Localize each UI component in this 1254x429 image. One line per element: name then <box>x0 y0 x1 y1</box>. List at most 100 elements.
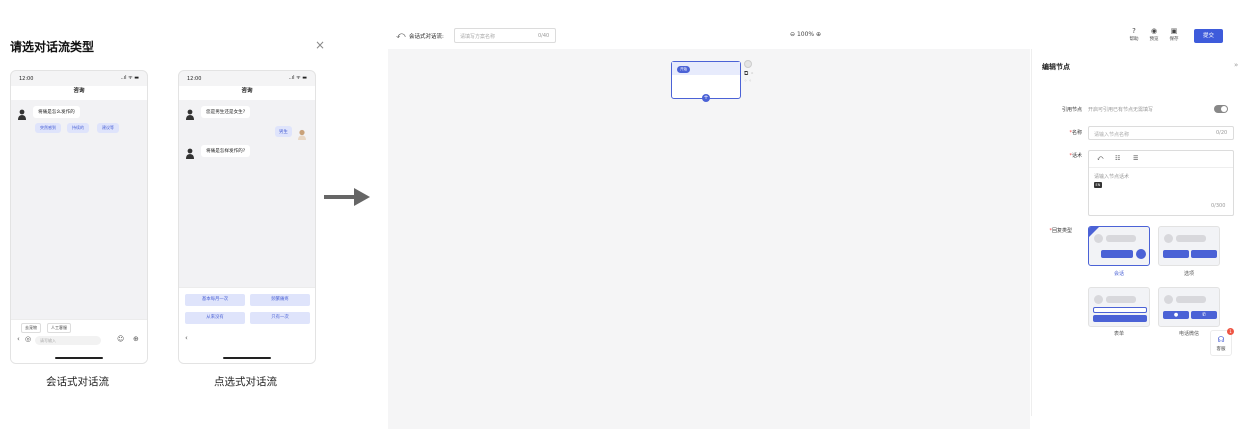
panel-title: 编辑节点 <box>1042 63 1070 71</box>
doctor-avatar-icon <box>185 144 195 159</box>
dialog-type-modal: 请选对话流类型 × 12:00 ..ıl ᯤ ▬ 咨询 将痛是怎么发作的 突然感… <box>0 0 340 416</box>
reply-type-label-options: 选项 <box>1183 271 1194 277</box>
node-tag: 开始 <box>677 65 690 73</box>
collapse-icon[interactable]: » <box>1234 61 1238 69</box>
reply-type-form[interactable] <box>1088 287 1150 327</box>
undo-icon[interactable]: ⤺ <box>1097 155 1103 163</box>
headset-icon: ☊ <box>1217 335 1225 344</box>
back-icon[interactable]: ‹ <box>185 334 188 342</box>
home-indicator <box>223 357 271 359</box>
option-button[interactable]: 从来没有 <box>185 312 245 324</box>
signal-icon: ..ıl ᯤ ▬ <box>120 75 139 81</box>
zoom-out-icon[interactable]: ⊖ <box>790 31 795 38</box>
click-flow-caption: 点选式对话流 <box>214 376 277 388</box>
speech-label: *话术 <box>1069 153 1082 159</box>
save-label: 保存 <box>1169 37 1179 42</box>
node-side-tools: ⧉ ∘ ∘ ∘ <box>744 60 754 84</box>
phone-header: 咨询 <box>11 86 147 100</box>
preview-button[interactable]: ◉ 预览 <box>1146 27 1162 42</box>
help-label: 帮助 <box>1129 37 1139 42</box>
option-button[interactable]: 只有一次 <box>250 312 310 324</box>
node-circle-icon[interactable] <box>744 60 752 68</box>
doctor-avatar-icon <box>185 105 195 120</box>
ref-node-toggle[interactable] <box>1214 105 1228 113</box>
reply-type-label-form: 表单 <box>1113 331 1124 337</box>
phone-header: 咨询 <box>179 86 315 100</box>
reply-type-conversation[interactable] <box>1088 226 1150 266</box>
user-message: 男生 <box>275 126 292 137</box>
phone-footer: 去宠物 人工客服 ‹ ◎ 请写输入 ☺ ⊕ <box>11 319 147 363</box>
preview-icon: ◉ <box>1150 27 1158 35</box>
zoom-level: 100% <box>796 31 815 38</box>
close-icon[interactable]: × <box>315 38 325 52</box>
zoom-control: ⊖ 100% ⊕ <box>790 31 821 38</box>
phone-footer: 基本每月一次 频繁痛疼 从来没有 只有一次 ‹ <box>179 287 315 363</box>
modal-title: 请选对话流类型 <box>10 40 95 54</box>
add-node-icon[interactable]: + <box>702 94 710 102</box>
footer-tab[interactable]: 去宠物 <box>21 323 41 333</box>
home-indicator <box>55 357 103 359</box>
node-header: 开始 <box>672 62 740 75</box>
plan-name-count: 0/40 <box>538 33 550 39</box>
speech-editor[interactable]: ⤺ ☷ ☰ 请输入节点话术 EN 0/300 <box>1088 150 1234 216</box>
status-time: 12:00 <box>187 76 202 82</box>
service-label: 客服 <box>1216 347 1226 352</box>
wechat-icon: ● <box>1163 311 1189 319</box>
reply-type-label-conversation: 会话 <box>1113 271 1124 277</box>
copy-icon[interactable]: ⧉ ∘ <box>744 70 754 78</box>
bot-message: 将痛是怎样发作的? <box>201 145 251 157</box>
doctor-avatar-icon <box>17 105 27 120</box>
reply-type-phone-wechat[interactable]: ● ✆ <box>1158 287 1220 327</box>
customer-service-button[interactable]: ☊ 客服 1 <box>1210 328 1234 356</box>
bot-message: 将痛是怎么发作的 <box>33 106 80 118</box>
status-bar: 12:00 ..ıl ᯤ ▬ <box>179 71 315 85</box>
quick-chip[interactable]: 突然感到 <box>35 123 61 133</box>
status-bar: 12:00 ..ıl ᯤ ▬ <box>11 71 147 85</box>
option-button[interactable]: 基本每月一次 <box>185 294 245 306</box>
footer-tab[interactable]: 人工客服 <box>47 323 71 333</box>
quick-chip[interactable]: 持续的 <box>67 123 89 133</box>
add-icon[interactable]: ⊕ <box>133 335 139 343</box>
signal-icon: ..ıl ᯤ ▬ <box>288 75 307 81</box>
help-button[interactable]: ? 帮助 <box>1126 27 1142 42</box>
back-arrow-icon[interactable]: ⤺ <box>396 31 406 41</box>
right-arrow-icon <box>324 187 370 211</box>
rte-toolbar: ⤺ ☷ ☰ <box>1089 151 1233 168</box>
option-button[interactable]: 频繁痛疼 <box>250 294 310 306</box>
speech-placeholder: 请输入节点话术 <box>1094 174 1130 180</box>
node-dots-icon: ∘ ∘ <box>744 78 752 84</box>
status-time: 12:00 <box>19 76 34 82</box>
flow-canvas[interactable]: 开始 + ⧉ ∘ ∘ ∘ <box>388 49 1030 429</box>
reply-type-label: *回复类型 <box>1049 228 1072 234</box>
submit-button[interactable]: 提交 <box>1194 29 1223 43</box>
bot-message: 您是男生还是女生? <box>201 106 251 118</box>
click-flow-option[interactable]: 12:00 ..ıl ᯤ ▬ 咨询 您是男生还是女生? 男生 将痛是怎样发作的?… <box>178 70 316 364</box>
save-button[interactable]: ▣ 保存 <box>1166 27 1182 42</box>
quick-chip[interactable]: 建议等 <box>97 123 119 133</box>
speech-count: 0/300 <box>1211 203 1226 209</box>
node-edit-panel: 编辑节点 » 引用节点 开启可引用已有节点无需填写 *名称 请输入节点名称 0/… <box>1031 49 1254 416</box>
notification-badge: 1 <box>1227 328 1234 335</box>
ordered-list-icon[interactable]: ☷ <box>1115 155 1120 162</box>
phone-icon: ✆ <box>1191 311 1217 319</box>
list-icon[interactable]: ☰ <box>1133 155 1138 162</box>
back-icon[interactable]: ‹ <box>17 335 20 343</box>
conversation-flow-option[interactable]: 12:00 ..ıl ᯤ ▬ 咨询 将痛是怎么发作的 突然感到 持续的 建议等 … <box>10 70 148 364</box>
user-avatar-icon <box>297 125 307 140</box>
start-node[interactable]: 开始 + <box>671 61 741 102</box>
ref-node-hint: 开启可引用已有节点无需填写 <box>1088 107 1154 113</box>
flow-editor: ⤺ 会话式对话流: 请填写方案名称 0/40 ⊖ 100% ⊕ ? 帮助 ◉ 预… <box>388 24 1254 429</box>
help-icon: ? <box>1132 27 1136 35</box>
node-name-input[interactable]: 请输入节点名称 <box>1088 126 1234 140</box>
voice-icon[interactable]: ◎ <box>25 335 31 343</box>
flow-type-label: 会话式对话流: <box>409 34 444 40</box>
reply-type-options[interactable] <box>1158 226 1220 266</box>
preview-label: 预览 <box>1149 37 1159 42</box>
name-label: *名称 <box>1069 130 1082 136</box>
message-input[interactable]: 请写输入 <box>35 336 101 345</box>
save-icon: ▣ <box>1170 27 1178 35</box>
emoji-icon[interactable]: ☺ <box>117 335 124 343</box>
node-name-count: 0/20 <box>1216 130 1228 136</box>
conversation-flow-caption: 会话式对话流 <box>46 376 109 388</box>
zoom-in-icon[interactable]: ⊕ <box>816 31 821 38</box>
